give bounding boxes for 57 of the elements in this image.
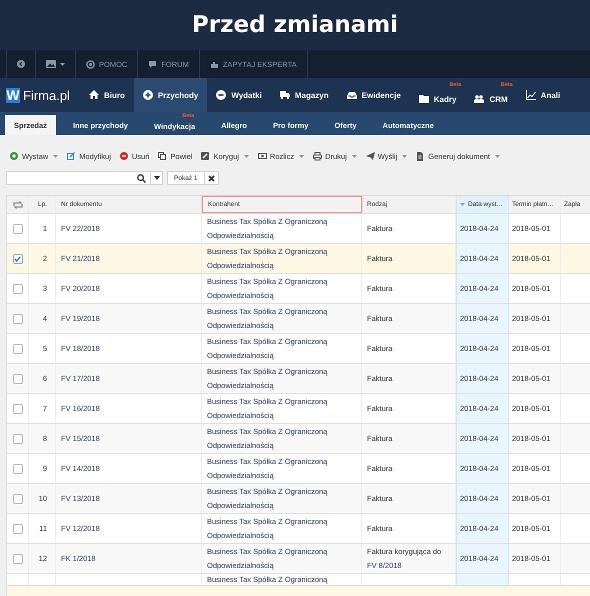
- table-cell: [456, 574, 509, 585]
- checkbox[interactable]: [12, 254, 22, 264]
- copy-icon: [158, 152, 168, 160]
- printer-icon: [313, 152, 322, 160]
- logo-text: Firma.pl: [23, 88, 70, 102]
- nav-tab[interactable]: Magazyn: [270, 78, 338, 112]
- checkbox[interactable]: [12, 314, 22, 324]
- puzzle-icon: [210, 60, 219, 68]
- dropdown-button[interactable]: [151, 171, 163, 185]
- line-chart-icon: [526, 90, 536, 100]
- truck-icon: [280, 90, 290, 100]
- checkbox[interactable]: [12, 344, 22, 354]
- search-icon: [137, 174, 146, 182]
- back-icon: [17, 60, 25, 68]
- paper-plane-icon: [366, 152, 375, 160]
- people-icon: [474, 94, 484, 104]
- nav-tab[interactable]: Anali: [516, 78, 570, 112]
- page-title: Przed zmianami: [192, 12, 398, 38]
- checkbox[interactable]: [12, 374, 22, 384]
- minus-circle-icon: [120, 152, 129, 160]
- lifebuoy-icon: [86, 60, 95, 68]
- pencil-square-icon: [67, 152, 76, 160]
- checkbox[interactable]: [12, 524, 22, 534]
- checkbox[interactable]: [12, 494, 22, 504]
- caret-icon: [154, 176, 160, 180]
- image-icon: [46, 60, 56, 68]
- repeat-icon: [12, 200, 22, 208]
- sort-caret-icon: [460, 203, 465, 206]
- nav-tab[interactable]: Ewidencje: [338, 78, 410, 112]
- checkbox[interactable]: [12, 434, 22, 444]
- checkbox[interactable]: [12, 284, 22, 294]
- checkbox[interactable]: [12, 224, 22, 234]
- folder-icon: [418, 94, 429, 104]
- checkbox[interactable]: [12, 554, 22, 564]
- nav-tab[interactable]: CRM: [465, 89, 517, 112]
- clear-button[interactable]: [204, 171, 218, 185]
- checkbox[interactable]: [12, 464, 22, 474]
- speech-bubble-icon: [148, 60, 158, 68]
- document-icon: [416, 152, 426, 160]
- banknote-icon: [258, 152, 267, 160]
- refresh-button[interactable]: [12, 200, 22, 208]
- house-icon: [88, 90, 99, 100]
- pencil-icon: [201, 152, 210, 160]
- nav-tab[interactable]: Wydatki: [207, 78, 271, 112]
- nav-tab[interactable]: Biuro: [80, 78, 134, 112]
- inbox-icon: [346, 90, 357, 100]
- plus-circle-icon: [142, 90, 153, 100]
- close-icon: [208, 174, 214, 182]
- checkbox[interactable]: [12, 404, 22, 414]
- nav-tab[interactable]: Przychody: [134, 78, 208, 112]
- caret-icon: [60, 62, 65, 66]
- check-icon: [14, 256, 21, 262]
- search-field[interactable]: [6, 171, 151, 185]
- minus-circle-icon: [216, 90, 226, 100]
- nav-tab[interactable]: Kadry: [410, 89, 466, 112]
- plus-circle-icon: [10, 152, 19, 160]
- logo-mark: W: [6, 88, 20, 102]
